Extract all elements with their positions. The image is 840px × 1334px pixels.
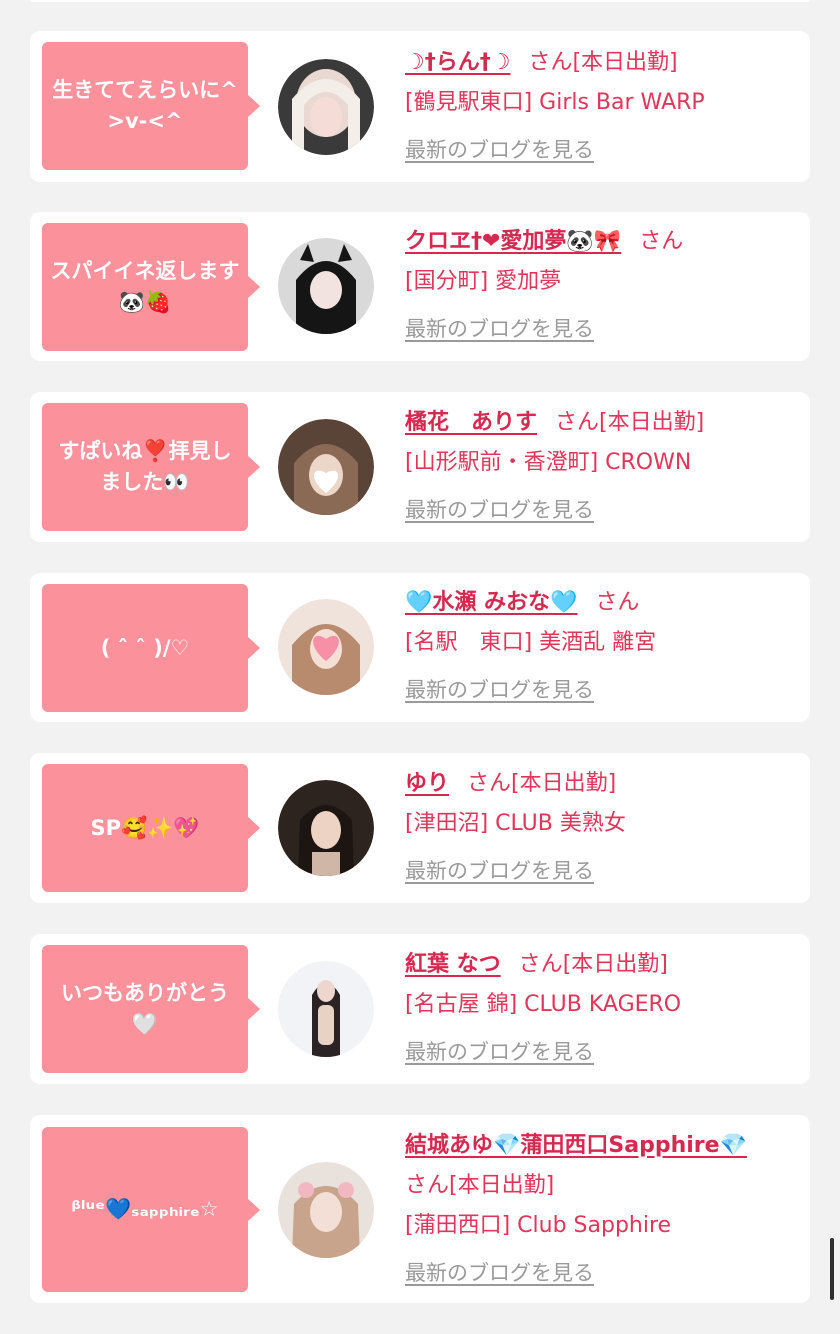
latest-blog-link[interactable]: 最新のブログを見る bbox=[405, 856, 594, 886]
san-label: さん bbox=[555, 410, 600, 435]
message-text: ᵝˡᵘᵉ💙ₛₐₚₚₕᵢᵣₑ☆ bbox=[71, 1197, 219, 1221]
message-text: ( ˆ ˆ )/♡ bbox=[100, 635, 190, 660]
san-label: さん bbox=[595, 590, 640, 615]
girl-name-link[interactable]: ゆり bbox=[405, 771, 449, 796]
avatar[interactable] bbox=[278, 599, 374, 695]
list-item: スパイイネ返します🐼🍓 クロヱ†❤愛加夢🐼🎀 さん [国分町] 愛加夢 最新のブロ… bbox=[30, 212, 810, 361]
message-bubble: ( ˆ ˆ )/♡ bbox=[42, 584, 260, 712]
girl-name-link[interactable]: 紅葉 なつ bbox=[405, 952, 501, 977]
list-item: 生きててえらいに^>v-<^ ☽†らん†☽ さん[本日出勤] [鶴見駅東口] Gi… bbox=[30, 31, 810, 182]
message-text: SP🥰✨💖 bbox=[90, 815, 200, 840]
avatar[interactable] bbox=[278, 1162, 374, 1258]
message-text: いつもありがとう🤍 bbox=[61, 981, 229, 1036]
message-bubble: すぱいね❣️拝見しました👀 bbox=[42, 403, 260, 531]
avatar[interactable] bbox=[278, 961, 374, 1057]
latest-blog-link[interactable]: 最新のブログを見る bbox=[405, 675, 594, 705]
work-status: [本日出勤] bbox=[449, 1173, 555, 1198]
work-status: [本日出勤] bbox=[511, 771, 617, 796]
list-item: ᵝˡᵘᵉ💙ₛₐₚₚₕᵢᵣₑ☆ 結城あゆ💎蒲田西口Sapphire💎 さん[本日出… bbox=[30, 1115, 810, 1303]
shop-name: [国分町] 愛加夢 bbox=[405, 269, 562, 294]
message-bubble: 生きててえらいに^>v-<^ bbox=[42, 42, 260, 170]
san-label: さん bbox=[528, 50, 573, 75]
avatar[interactable] bbox=[278, 780, 374, 876]
shop-name: [山形駅前・香澄町] CROWN bbox=[405, 450, 692, 475]
message-text: 生きててえらいに^>v-<^ bbox=[52, 78, 238, 133]
shop-name: [名古屋 錦] CLUB KAGERO bbox=[405, 992, 682, 1017]
list-item: SP🥰✨💖 ゆり さん[本日出勤] [津田沼] CLUB 美熟女 最新のブログを見… bbox=[30, 753, 810, 903]
work-status: [本日出勤] bbox=[562, 952, 668, 977]
latest-blog-link[interactable]: 最新のブログを見る bbox=[405, 1258, 594, 1288]
message-bubble: SP🥰✨💖 bbox=[42, 764, 260, 892]
work-status: [本日出勤] bbox=[599, 410, 705, 435]
avatar[interactable] bbox=[278, 59, 374, 155]
message-text: すぱいね❣️拝見しました👀 bbox=[58, 439, 232, 494]
shop-name: [鶴見駅東口] Girls Bar WARP bbox=[405, 90, 705, 115]
blog-like-list: 生きててえらいに^>v-<^ ☽†らん†☽ さん[本日出勤] [鶴見駅東口] Gi… bbox=[0, 0, 840, 1334]
message-text: スパイイネ返します🐼🍓 bbox=[50, 259, 240, 314]
list-item: いつもありがとう🤍 紅葉 なつ さん[本日出勤] [名古屋 錦] CLUB KAG… bbox=[30, 934, 810, 1084]
san-label: さん bbox=[405, 1173, 450, 1198]
avatar[interactable] bbox=[278, 238, 374, 334]
list-item: すぱいね❣️拝見しました👀 橘花 ありす さん[本日出勤] [山形駅前・香澄町] … bbox=[30, 392, 810, 542]
girl-name-link[interactable]: ☽†らん†☽ bbox=[405, 50, 510, 75]
girl-name-link[interactable]: 橘花 ありす bbox=[405, 410, 537, 435]
san-label: さん bbox=[518, 952, 563, 977]
san-label: さん bbox=[639, 229, 684, 254]
girl-name-link[interactable]: 🩵水瀬 みおな🩵 bbox=[405, 590, 577, 615]
shop-name: [名駅 東口] 美酒乱 離宮 bbox=[405, 630, 657, 655]
latest-blog-link[interactable]: 最新のブログを見る bbox=[405, 135, 594, 165]
san-label: さん bbox=[467, 771, 512, 796]
shop-name: [蒲田西口] Club Sapphire bbox=[405, 1213, 672, 1238]
list-item: ( ˆ ˆ )/♡ 🩵水瀬 みおな🩵 さん [名駅 東口] 美酒乱 離宮 最新のブ… bbox=[30, 573, 810, 722]
avatar[interactable] bbox=[278, 419, 374, 515]
girl-name-link[interactable]: 結城あゆ💎蒲田西口Sapphire💎 bbox=[405, 1133, 747, 1158]
latest-blog-link[interactable]: 最新のブログを見る bbox=[405, 1037, 594, 1067]
message-bubble: スパイイネ返します🐼🍓 bbox=[42, 223, 260, 351]
girl-name-link[interactable]: クロヱ†❤愛加夢🐼🎀 bbox=[405, 229, 621, 254]
message-bubble: いつもありがとう🤍 bbox=[42, 945, 260, 1073]
shop-name: [津田沼] CLUB 美熟女 bbox=[405, 811, 626, 836]
scrollbar-thumb[interactable] bbox=[830, 1238, 834, 1300]
work-status: [本日出勤] bbox=[572, 50, 678, 75]
latest-blog-link[interactable]: 最新のブログを見る bbox=[405, 495, 594, 525]
message-bubble: ᵝˡᵘᵉ💙ₛₐₚₚₕᵢᵣₑ☆ bbox=[42, 1127, 260, 1292]
latest-blog-link[interactable]: 最新のブログを見る bbox=[405, 314, 594, 344]
